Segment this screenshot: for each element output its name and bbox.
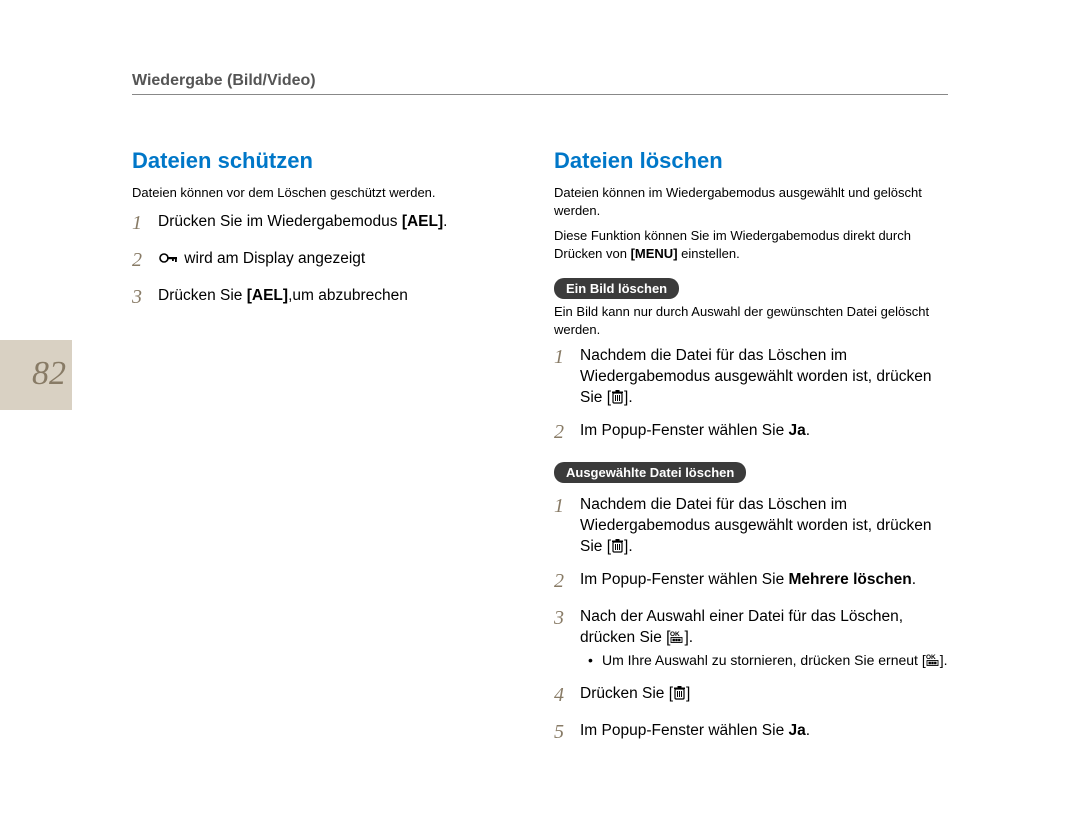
step-number: 3 [554, 605, 580, 632]
step-text: Nachdem die Datei für das Löschen im Wie… [580, 493, 948, 558]
note-bold: [MENU] [631, 246, 678, 261]
left-title: Dateien schützen [132, 148, 526, 174]
step-item: 3Nach der Auswahl einer Datei für das Lö… [554, 605, 948, 672]
step-number: 1 [554, 493, 580, 520]
left-intro: Dateien können vor dem Löschen geschützt… [132, 184, 526, 202]
step-bold: Ja [789, 422, 806, 439]
ok-icon: OK [670, 629, 684, 646]
step-item: 2Im Popup-Fenster wählen Sie Ja. [554, 419, 948, 446]
step-text: Nachdem die Datei für das Löschen im Wie… [580, 344, 948, 409]
step-text: Im Popup-Fenster wählen Sie Ja. [580, 419, 948, 442]
sublabel-one-image: Ein Bild löschen [554, 278, 679, 299]
step-text: Drücken Sie [] [580, 682, 948, 705]
trash-icon [611, 538, 624, 555]
step-number: 2 [132, 247, 158, 274]
page-number: 82 [32, 355, 66, 393]
right-intro: Dateien können im Wiedergabemodus ausgew… [554, 184, 948, 219]
svg-text:OK: OK [926, 654, 936, 661]
step-item: 4Drücken Sie [] [554, 682, 948, 709]
section1-desc: Ein Bild kann nur durch Auswahl der gewü… [554, 303, 948, 338]
step-text: Im Popup-Fenster wählen Sie Ja. [580, 719, 948, 742]
step-number: 1 [554, 344, 580, 371]
step-text: wird am Display angezeigt [158, 247, 526, 270]
step-bold: [AEL] [247, 287, 288, 304]
ok-icon: OK [926, 652, 940, 668]
step-text: Drücken Sie [AEL],um abzubrechen [158, 284, 526, 307]
step-number: 1 [132, 210, 158, 237]
step-item: 1Nachdem die Datei für das Löschen im Wi… [554, 344, 948, 409]
right-column: Dateien löschen Dateien können im Wieder… [554, 148, 948, 756]
manual-page: Wiedergabe (Bild/Video) 82 Dateien schüt… [0, 0, 1080, 815]
step-item: 2 wird am Display angezeigt [132, 247, 526, 274]
bullet-item: Um Ihre Auswahl zu stornieren, drücken S… [580, 651, 948, 670]
step-number: 3 [132, 284, 158, 311]
step-number: 2 [554, 568, 580, 595]
trash-icon [673, 685, 686, 702]
left-column: Dateien schützen Dateien können vor dem … [132, 148, 526, 756]
step-item: 5Im Popup-Fenster wählen Sie Ja. [554, 719, 948, 746]
page-header: Wiedergabe (Bild/Video) [132, 72, 948, 95]
breadcrumb: Wiedergabe (Bild/Video) [132, 72, 316, 89]
step-number: 4 [554, 682, 580, 709]
step-number: 5 [554, 719, 580, 746]
svg-text:OK: OK [670, 631, 680, 638]
step-bold: Ja [789, 722, 806, 739]
step-bold: [AEL] [402, 213, 443, 230]
step-text: Drücken Sie im Wiedergabemodus [AEL]. [158, 210, 526, 233]
step-item: 2Im Popup-Fenster wählen Sie Mehrere lös… [554, 568, 948, 595]
step-item: 3Drücken Sie [AEL],um abzubrechen [132, 284, 526, 311]
sublabel-selected: Ausgewählte Datei löschen [554, 462, 746, 483]
section1-steps: 1Nachdem die Datei für das Löschen im Wi… [554, 344, 948, 446]
content-columns: Dateien schützen Dateien können vor dem … [132, 148, 948, 756]
step-text: Nach der Auswahl einer Datei für das Lös… [580, 605, 948, 672]
left-steps: 1Drücken Sie im Wiedergabemodus [AEL]. 2 … [132, 210, 526, 311]
step-item: 1Drücken Sie im Wiedergabemodus [AEL]. [132, 210, 526, 237]
step-number: 2 [554, 419, 580, 446]
right-note: Diese Funktion können Sie im Wiedergabem… [554, 227, 948, 262]
step-text: Im Popup-Fenster wählen Sie Mehrere lösc… [580, 568, 948, 591]
step-bold: Mehrere löschen [789, 571, 912, 588]
right-title: Dateien löschen [554, 148, 948, 174]
trash-icon [611, 389, 624, 406]
key-icon [158, 251, 180, 270]
section2-steps: 1Nachdem die Datei für das Löschen im Wi… [554, 493, 948, 746]
step-bullets: Um Ihre Auswahl zu stornieren, drücken S… [580, 651, 948, 670]
note-text-after: einstellen. [678, 246, 740, 261]
step-item: 1Nachdem die Datei für das Löschen im Wi… [554, 493, 948, 558]
